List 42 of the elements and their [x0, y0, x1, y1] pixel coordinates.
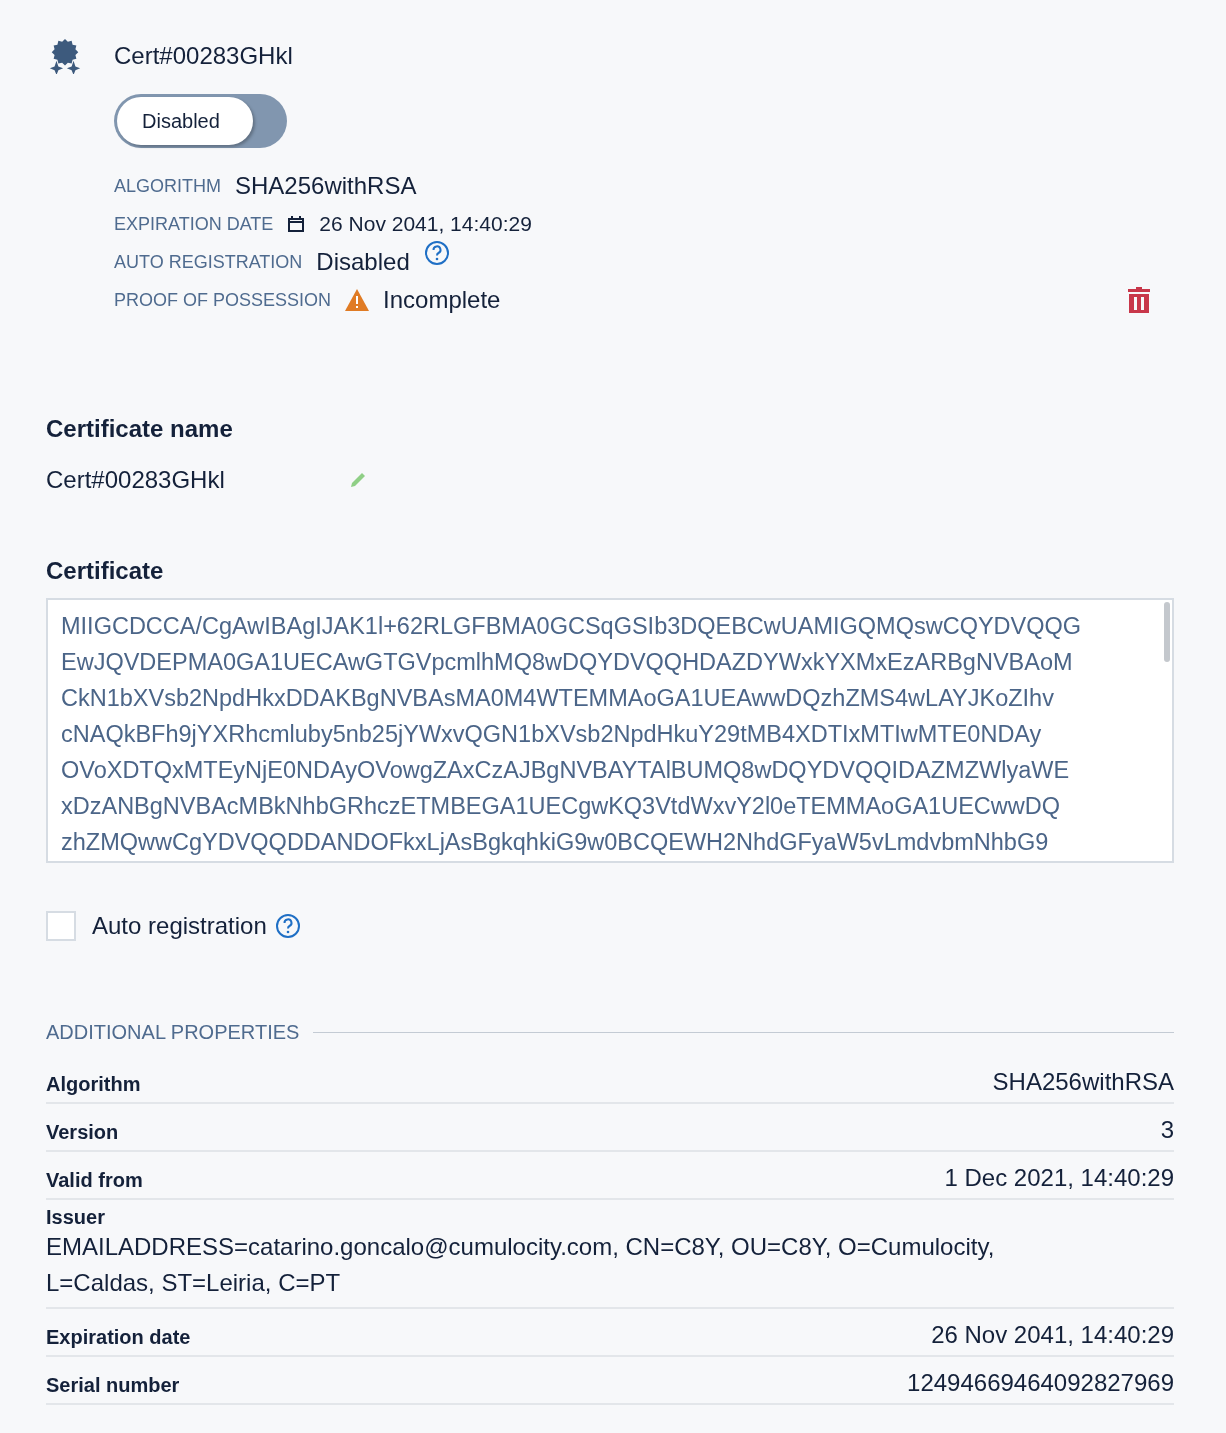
property-label: Version: [46, 1121, 119, 1144]
help-icon[interactable]: [423, 240, 450, 266]
certificate-text-line: OVoXDTQxMTEyNjE0NDAyOVowgZAxCzAJBgNVBAYTAlBUMQ8wDQYDVQQIDAZMZWlyaWE: [61, 756, 1071, 785]
certificate-text-line: xDzANBgNVBAcMBkNhbGRhczETMBEGA1UECgwKQ3VtdWxvY2l0eTEMMAoGA1UECwwDQ: [61, 792, 1061, 821]
help-icon[interactable]: [274, 913, 301, 939]
property-value: SHA256withRSA: [235, 172, 417, 200]
property-value: Incomplete: [383, 286, 501, 314]
status-toggle[interactable]: Disabled: [114, 94, 287, 148]
property-label: Issuer: [46, 1206, 105, 1229]
property-value: Disabled: [316, 248, 410, 276]
property-value: SHA256withRSA: [992, 1068, 1174, 1096]
delete-icon[interactable]: [1128, 287, 1150, 313]
property-label: Valid from: [46, 1169, 143, 1192]
warning-icon: [345, 289, 370, 311]
checkbox-label: Auto registration: [92, 912, 267, 940]
property-label: Expiration date: [46, 1326, 191, 1349]
section-heading: ADDITIONAL PROPERTIES: [46, 1021, 300, 1044]
property-label: AUTO REGISTRATION: [114, 251, 303, 273]
property-label: PROOF OF POSSESSION: [114, 289, 332, 311]
property-value: 26 Nov 2041, 14:40:29: [931, 1321, 1174, 1349]
property-label: ALGORITHM: [114, 175, 221, 197]
certificate-text-line: MIIGCDCCA/CgAwIBAgIJAK1l+62RLGFBMA0GCSqGSIb3DQEBCwUAMIGQMQswCQYDVQQG: [61, 612, 1083, 641]
certificate-text-line: zhZMQwwCgYDVQQDDANDOFkxLjAsBgkqhkiG9w0BCQEWH2NhdGFyaW5vLmdvbmNhbG9: [61, 828, 1050, 857]
property-value: 26 Nov 2041, 14:40:29: [319, 212, 532, 236]
certificate-name: Cert#00283GHkl: [46, 466, 226, 494]
certificate-text-line: CkN1bXVsb2NpdHkxDDAKBgNVBAsMA0M4WTEMMAoGA1UEAwwDQzhZMS4wLAYJKoZIhv: [61, 684, 1055, 713]
property-value: 3: [1160, 1116, 1174, 1144]
section-heading: Certificate name: [46, 414, 234, 444]
property-label: EXPIRATION DATE: [114, 213, 274, 235]
property-label: Serial number: [46, 1374, 180, 1397]
checkbox[interactable]: [46, 911, 76, 941]
property-label: Algorithm: [46, 1073, 141, 1096]
certificate-field[interactable]: [46, 598, 1174, 863]
certificate-title: Cert#00283GHkl: [114, 41, 294, 71]
calendar-icon: [287, 215, 306, 233]
certificate-text-line: cNAQkBFh9jYXRhcmluby5nb25jYWxvQGN1bXVsb2NpdHkuY29tMB4XDTIxMTIwMTE0NDAy: [61, 720, 1043, 749]
property-value: 1 Dec 2021, 14:40:29: [944, 1164, 1174, 1192]
section-heading: Certificate: [46, 556, 165, 586]
property-value: 12494669464092827969: [907, 1369, 1174, 1397]
scrollbar[interactable]: [1164, 602, 1170, 662]
certificate-text-line: EwJQVDEPMA0GA1UECAwGTGVpcmlhMQ8wDQYDVQQHDAZDYWxkYXMxEzARBgNVBAoM: [61, 648, 1074, 677]
property-value: EMAILADDRESS=catarino.goncalo@cumulocity.com, CN=C8Y, OU=C8Y, O=Cumulocity, L=Caldas, ST=Leiria, C=PT: [46, 1232, 996, 1298]
